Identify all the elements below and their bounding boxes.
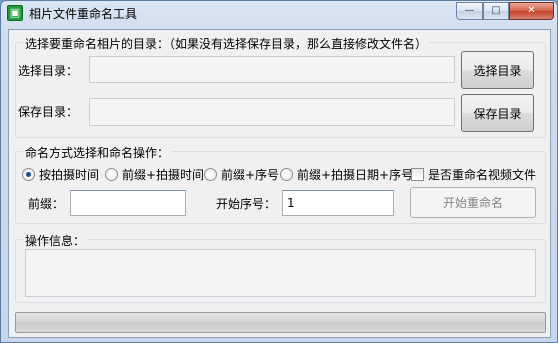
radio-label: 前缀+拍摄时间 (122, 168, 205, 182)
start-rename-button[interactable]: 开始重命名 (410, 187, 536, 218)
app-window: ▣ 相片文件重命名工具 — □ ✕ 选择要重命名相片的目录：（如果没有选择保存目… (0, 0, 558, 343)
radio-prefix-capture-time[interactable]: 前缀+拍摄时间 (105, 166, 204, 183)
maximize-button[interactable]: □ (483, 2, 509, 20)
radio-indicator[interactable] (204, 168, 217, 181)
radio-prefix-index[interactable]: 前缀+序号 (204, 166, 279, 183)
minimize-button[interactable]: — (456, 2, 483, 20)
naming-group-title: 命名方式选择和命名操作： (23, 144, 172, 161)
radio-indicator[interactable] (22, 168, 35, 181)
radio-by-capture-time[interactable]: 按拍摄时间 (22, 166, 99, 183)
radio-label: 前缀+拍摄日期+序号 (297, 168, 414, 182)
radio-prefix-date-index[interactable]: 前缀+拍摄日期+序号 (280, 166, 413, 183)
radio-label: 按拍摄时间 (39, 168, 100, 182)
radio-label: 前缀+序号 (221, 168, 280, 182)
progress-bar (15, 312, 546, 333)
window-title: 相片文件重命名工具 (29, 7, 138, 21)
save-directory-label: 保存目录： (18, 105, 79, 119)
prefix-label: 前缀： (28, 197, 65, 211)
save-directory-button[interactable]: 保存目录 (461, 94, 534, 132)
checkbox-indicator[interactable] (411, 168, 424, 181)
select-directory-button[interactable]: 选择目录 (461, 51, 534, 89)
close-button[interactable]: ✕ (509, 2, 554, 20)
select-directory-label: 选择目录： (18, 64, 79, 78)
select-directory-input[interactable] (89, 56, 455, 83)
rename-video-checkbox[interactable]: 是否重命名视频文件 (411, 166, 536, 183)
radio-indicator[interactable] (280, 168, 293, 181)
start-index-label: 开始序号： (216, 197, 277, 211)
start-index-input[interactable] (282, 190, 394, 216)
client-area: 选择要重命名相片的目录：（如果没有选择保存目录，那么直接修改文件名） 选择目录：… (8, 29, 551, 338)
rename-video-label: 是否重命名视频文件 (428, 168, 537, 182)
info-group-title: 操作信息： (23, 232, 88, 249)
save-directory-input[interactable] (89, 98, 455, 126)
radio-indicator[interactable] (105, 168, 118, 181)
info-output[interactable] (25, 249, 536, 297)
directory-group-title: 选择要重命名相片的目录：（如果没有选择保存目录，那么直接修改文件名） (23, 35, 430, 52)
title-bar: ▣ 相片文件重命名工具 — □ ✕ (1, 1, 557, 25)
app-icon: ▣ (7, 5, 23, 21)
prefix-input[interactable] (70, 190, 186, 216)
